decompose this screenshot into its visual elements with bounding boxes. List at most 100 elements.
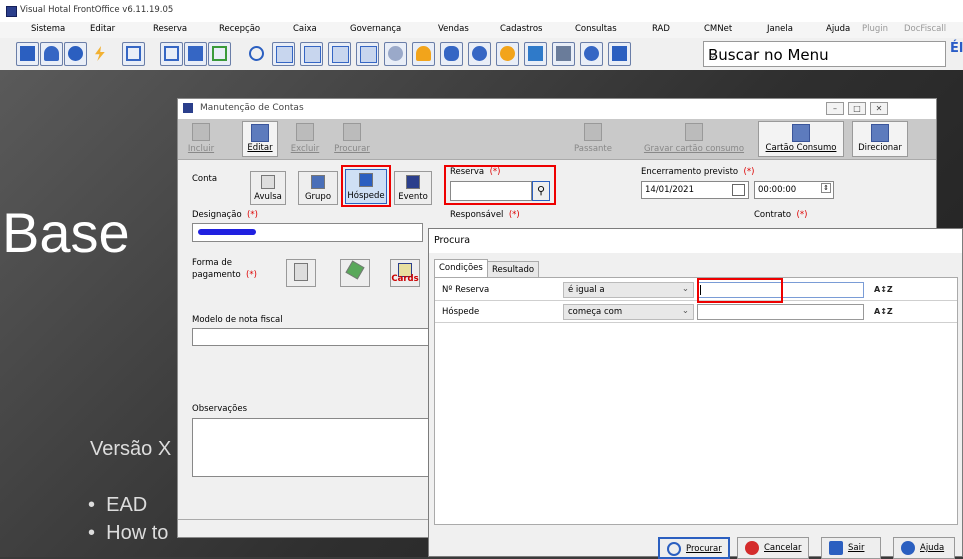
- calendar-icon[interactable]: [732, 184, 745, 196]
- menu-recepcao[interactable]: Recepção: [219, 24, 260, 34]
- toolbar-search-button[interactable]: [245, 42, 268, 66]
- encerramento-time-input[interactable]: 00:00:00 ⇕: [754, 181, 834, 199]
- search-icon: [343, 123, 361, 141]
- toolbar-exit-button[interactable]: [16, 42, 39, 66]
- procurar-dialog-label: Procurar: [686, 544, 722, 554]
- designacao-input[interactable]: [192, 223, 423, 242]
- incluir-button[interactable]: Incluir: [182, 121, 220, 157]
- menu-reserva[interactable]: Reserva: [153, 24, 187, 34]
- menu-consultas[interactable]: Consultas: [575, 24, 617, 34]
- reserva-input[interactable]: [450, 181, 532, 201]
- direcionar-button[interactable]: Direcionar: [852, 121, 908, 157]
- toolbar-register-button[interactable]: [552, 42, 575, 66]
- toolbar-form-button[interactable]: [184, 42, 207, 66]
- conta-avulsa-button[interactable]: Avulsa: [250, 171, 286, 205]
- close-button[interactable]: ✕: [870, 102, 888, 115]
- menu-cmnet[interactable]: CMNet: [704, 24, 732, 34]
- toolbar-calendar-button[interactable]: [272, 42, 295, 66]
- observacoes-label: Observações: [192, 404, 248, 414]
- toolbar-grid-button[interactable]: [328, 42, 351, 66]
- toolbar-agent-button[interactable]: [580, 42, 603, 66]
- card-write-icon: [685, 123, 703, 141]
- toolbar-screen-button[interactable]: [524, 42, 547, 66]
- pagamento-doc-button[interactable]: [286, 259, 316, 287]
- menu-caixa[interactable]: Caixa: [293, 24, 317, 34]
- pagamento-cash-button[interactable]: [340, 259, 370, 287]
- conta-grupo-button[interactable]: Grupo: [298, 171, 338, 205]
- maximize-button[interactable]: □: [848, 102, 866, 115]
- menu-docfiscall[interactable]: DocFiscall: [904, 24, 946, 34]
- toolbar-help-button[interactable]: [64, 42, 87, 66]
- designacao-label: Designação (*): [192, 210, 258, 220]
- menu-janela[interactable]: Janela: [767, 24, 793, 34]
- app-icon: [6, 6, 17, 17]
- toolbar-flash-button[interactable]: [88, 42, 111, 66]
- excluir-button[interactable]: Excluir: [286, 121, 324, 157]
- condition-operator-select[interactable]: é igual a ⌄: [563, 282, 694, 298]
- chart-icon: [360, 46, 377, 63]
- menu-sistema[interactable]: Sistema: [31, 24, 65, 34]
- direcionar-label: Direcionar: [858, 143, 902, 153]
- toolbar-guest-add-button[interactable]: [468, 42, 491, 66]
- required-mark: (*): [247, 210, 258, 220]
- toolbar-rooms-button[interactable]: [300, 42, 323, 66]
- window-icon: [183, 103, 193, 113]
- toolbar-at-button[interactable]: [608, 42, 631, 66]
- menu-search-combo[interactable]: Buscar no Menu ⌄: [703, 41, 946, 67]
- passante-button[interactable]: Passante: [560, 121, 626, 157]
- hospede-value-input[interactable]: [697, 304, 864, 320]
- toolbar-user-button[interactable]: [40, 42, 63, 66]
- cartao-consumo-button[interactable]: Cartão Consumo: [758, 121, 844, 157]
- tab-resultado[interactable]: Resultado: [487, 261, 540, 277]
- delete-icon: [296, 123, 314, 141]
- toolbar-org-button[interactable]: [122, 42, 145, 66]
- tab-condicoes[interactable]: Condições: [434, 259, 488, 277]
- minimize-button[interactable]: –: [826, 102, 844, 115]
- cancelar-button[interactable]: Cancelar: [737, 537, 809, 559]
- grupo-label: Grupo: [304, 192, 332, 202]
- gravar-cartao-button[interactable]: Gravar cartão consumo: [638, 121, 750, 157]
- toolbar-chart-button[interactable]: [356, 42, 379, 66]
- procurar-button[interactable]: Procurar: [330, 121, 374, 157]
- toolbar-send-button[interactable]: [208, 42, 231, 66]
- bell-icon: [416, 46, 431, 61]
- menu-ajuda[interactable]: Ajuda: [826, 24, 850, 34]
- menu-editar[interactable]: Editar: [90, 24, 115, 34]
- editar-button[interactable]: Editar: [242, 121, 278, 157]
- conta-label: Conta: [192, 174, 218, 184]
- menu-vendas[interactable]: Vendas: [438, 24, 469, 34]
- sort-icon[interactable]: A↕Z: [874, 304, 893, 320]
- sort-icon[interactable]: A↕Z: [874, 282, 893, 298]
- encerramento-label-text: Encerramento previsto: [641, 167, 739, 177]
- toolbar-guests-button[interactable]: [496, 42, 519, 66]
- bullet-text: How to: [106, 522, 169, 544]
- menu-plugin[interactable]: Plugin: [862, 24, 888, 34]
- observacoes-textarea[interactable]: [192, 418, 432, 477]
- conta-hospede-button[interactable]: Hóspede: [345, 169, 387, 204]
- toolbar-steps-button[interactable]: [440, 42, 463, 66]
- pagamento-cards-button[interactable]: Cards: [390, 259, 420, 287]
- reserva-value-input[interactable]: [697, 282, 864, 298]
- toolbar-bell-button[interactable]: [412, 42, 435, 66]
- evento-label: Evento: [398, 192, 428, 202]
- sair-button[interactable]: Sair: [821, 537, 881, 559]
- required-mark: (*): [246, 270, 257, 280]
- chevron-down-icon: ⌄: [681, 306, 689, 316]
- ajuda-button[interactable]: Ajuda: [893, 537, 955, 559]
- reserva-search-button[interactable]: ⚲: [532, 181, 550, 201]
- modelo-nota-input[interactable]: [192, 328, 432, 346]
- menu-rad[interactable]: RAD: [652, 24, 670, 34]
- encerramento-date-input[interactable]: 14/01/2021: [641, 181, 749, 199]
- procurar-dialog-button[interactable]: Procurar: [658, 537, 730, 559]
- toolbar-gear-button[interactable]: [384, 42, 407, 66]
- spin-icon[interactable]: ⇕: [821, 183, 831, 193]
- toolbar-mail-button[interactable]: [160, 42, 183, 66]
- chevron-down-icon[interactable]: ⌄: [708, 48, 942, 61]
- menu-cadastros[interactable]: Cadastros: [500, 24, 542, 34]
- encerramento-date-value: 14/01/2021: [645, 185, 694, 195]
- menu-governanca[interactable]: Governança: [350, 24, 401, 34]
- conta-evento-button[interactable]: Evento: [394, 171, 432, 205]
- exit-icon: [20, 46, 35, 61]
- condition-operator-select[interactable]: começa com ⌄: [563, 304, 694, 320]
- redacted-mark: [198, 229, 256, 235]
